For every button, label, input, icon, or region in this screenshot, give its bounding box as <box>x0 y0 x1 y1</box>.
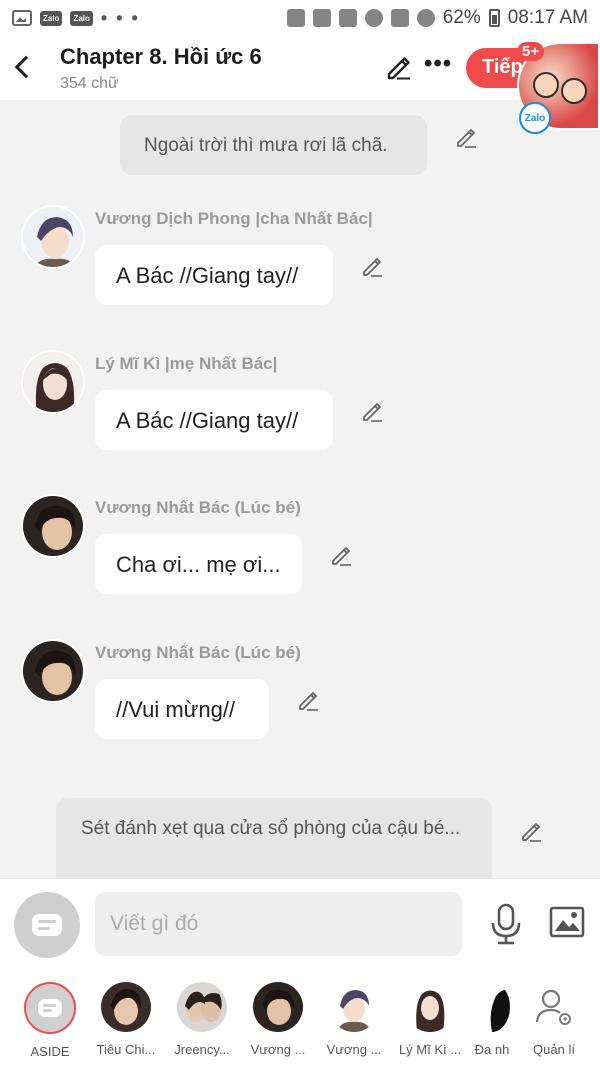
message-bubble[interactable]: A Bác //Giang tay// <box>95 390 333 450</box>
narration-text: Sét đánh xẹt qua cửa sổ phòng của cậu bé… <box>81 818 461 839</box>
character-portrait <box>23 496 83 556</box>
message-icon <box>38 999 62 1017</box>
edit-message-icon[interactable] <box>455 127 477 149</box>
character-label: Jreency... <box>174 1042 230 1057</box>
character-portrait <box>177 982 227 1032</box>
do-not-disturb-icon <box>416 9 435 27</box>
character-item[interactable]: Tiêu Chi... <box>88 982 164 1057</box>
clock: 08:17 AM <box>507 7 588 28</box>
aside-toggle-button[interactable] <box>14 892 80 958</box>
mute-icon <box>338 9 357 27</box>
character-label: Tiêu Chi... <box>96 1042 156 1057</box>
character-name: Lý Mĩ Kì |mẹ Nhất Bác| <box>95 354 278 373</box>
character-item[interactable]: Vương ... <box>240 982 316 1057</box>
microphone-icon[interactable] <box>489 903 523 945</box>
character-label: Vương ... <box>326 1042 382 1057</box>
narration-bubble[interactable]: Ngoài trời thì mưa rơi lã chã. <box>120 115 427 175</box>
edit-chapter-icon[interactable] <box>385 54 411 80</box>
battery-saver-icon <box>286 9 305 27</box>
message-input-placeholder: Viết gì đó <box>110 912 199 935</box>
character-name: Vương Nhất Bác (Lúc bé) <box>95 498 301 517</box>
message-bubble[interactable]: //Vui mừng// <box>95 679 269 739</box>
character-portrait <box>405 982 455 1032</box>
character-bar: ASIDE Tiêu Chi... Jreency... Vương ... V… <box>0 972 600 1067</box>
character-item[interactable]: Vương ... <box>316 982 392 1057</box>
edit-message-icon[interactable] <box>361 401 383 423</box>
zalo-icon: Zalo <box>70 10 93 26</box>
avatar <box>329 982 379 1032</box>
character-portrait <box>23 207 83 267</box>
word-count: 354 chữ <box>60 75 119 92</box>
message-text: A Bác //Giang tay// <box>116 408 299 433</box>
edit-message-icon[interactable] <box>330 545 352 567</box>
character-portrait <box>23 352 83 412</box>
manage-user-icon <box>535 989 571 1025</box>
avatar[interactable] <box>21 205 85 269</box>
character-item[interactable]: Lý Mĩ Kì ... <box>392 982 468 1057</box>
character-label: Vương ... <box>250 1042 306 1057</box>
back-button[interactable] <box>10 52 36 82</box>
avatar <box>101 982 151 1032</box>
status-bar-right: 62% 08:17 AM <box>286 7 588 29</box>
avatar <box>474 982 510 1032</box>
wifi-icon <box>390 9 409 27</box>
avatar <box>253 982 303 1032</box>
chapter-header: Chapter 8. Hồi ức 6 354 chữ ••• Tiếp <box>0 36 600 100</box>
edit-message-icon[interactable] <box>361 256 383 278</box>
message-text: //Vui mừng// <box>116 697 236 722</box>
character-portrait <box>329 982 379 1032</box>
alarm-icon <box>364 9 383 27</box>
message-icon <box>32 914 62 936</box>
manage-characters-button[interactable]: Quản lí <box>516 982 592 1057</box>
character-label: Lý Mĩ Kì ... <box>398 1042 462 1057</box>
message-bubble[interactable]: A Bác //Giang tay// <box>95 245 333 305</box>
message-text: A Bác //Giang tay// <box>116 263 299 288</box>
edit-message-icon[interactable] <box>520 821 542 843</box>
edit-message-icon[interactable] <box>297 690 319 712</box>
message-input[interactable]: Viết gì đó <box>95 892 462 956</box>
more-notifications-icon: • • • <box>100 7 140 28</box>
battery-icon <box>488 9 500 27</box>
zalo-icon: Zalo <box>40 10 63 26</box>
chat-head-face <box>533 72 559 98</box>
avatar <box>405 982 455 1032</box>
status-bar-left: Zalo Zalo • • • <box>12 8 140 29</box>
message-text: Cha ơi... mẹ ơi... <box>116 552 281 577</box>
battery-percent: 62% <box>442 7 481 28</box>
avatar[interactable] <box>21 350 85 414</box>
character-aside[interactable]: ASIDE <box>12 982 88 1059</box>
character-portrait <box>474 982 510 1032</box>
character-name: Vương Nhất Bác (Lúc bé) <box>95 643 301 662</box>
character-item[interactable]: Jreency... <box>164 982 240 1057</box>
character-name: Vương Dịch Phong |cha Nhất Bác| <box>95 209 373 228</box>
character-portrait <box>253 982 303 1032</box>
avatar[interactable] <box>21 639 85 703</box>
chapter-title: Chapter 8. Hồi ức 6 <box>60 44 262 69</box>
character-portrait <box>23 641 83 701</box>
notification-badge: 5+ <box>517 42 545 61</box>
avatar <box>177 982 227 1032</box>
message-bubble[interactable]: Cha ơi... mẹ ơi... <box>95 534 302 594</box>
character-label: Quản lí <box>533 1042 575 1057</box>
chat-area[interactable]: Ngoài trời thì mưa rơi lã chã. Vương Dịc… <box>0 100 600 878</box>
composer: Viết gì đó <box>0 878 600 972</box>
narration-bubble[interactable]: Sét đánh xẹt qua cửa sổ phòng của cậu bé… <box>56 798 492 878</box>
narration-text: Ngoài trời thì mưa rơi lã chã. <box>144 135 388 156</box>
image-icon[interactable] <box>549 906 585 938</box>
character-portrait <box>101 982 151 1032</box>
more-options-button[interactable]: ••• <box>424 50 452 78</box>
gallery-icon <box>12 10 32 26</box>
status-bar: Zalo Zalo • • • 62% 08:17 AM <box>0 0 600 36</box>
data-icon <box>312 9 331 27</box>
character-item[interactable]: Đa nh <box>468 982 516 1057</box>
avatar[interactable] <box>21 494 85 558</box>
aside-avatar <box>24 982 76 1034</box>
character-label: ASIDE <box>30 1044 70 1059</box>
character-label: Đa nh <box>474 1042 510 1057</box>
